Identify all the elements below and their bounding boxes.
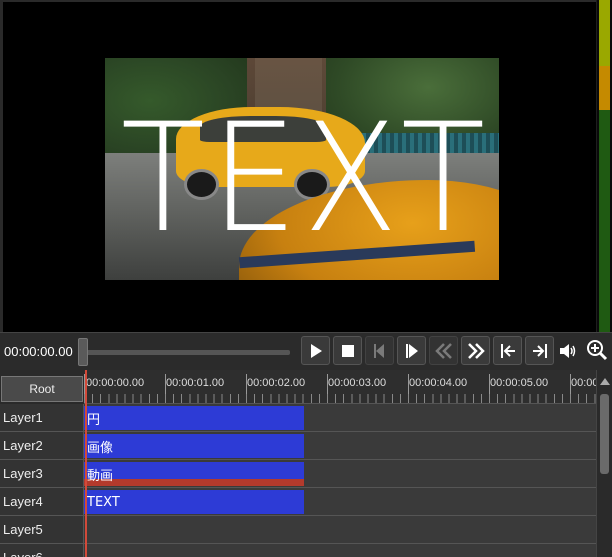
video-frame: TEXT	[105, 58, 499, 280]
layer-label-3[interactable]: Layer3	[0, 460, 84, 488]
rewind-button[interactable]	[429, 336, 458, 365]
go-to-start-button[interactable]	[493, 336, 522, 365]
stop-button[interactable]	[333, 336, 362, 365]
clip-video-label: 動画	[87, 468, 114, 484]
ruler-label: 00:00:03.00	[328, 377, 387, 389]
stop-icon	[341, 344, 354, 357]
level-meter-normal	[599, 110, 610, 332]
seek-handle[interactable]	[78, 338, 88, 366]
scrollbar-thumb[interactable]	[600, 394, 609, 474]
playhead[interactable]	[85, 370, 87, 557]
transport-bar: 00:00:00.00	[0, 332, 612, 370]
play-button[interactable]	[301, 336, 330, 365]
layer-track-3[interactable]: 動画	[84, 460, 596, 488]
next-frame-icon	[405, 343, 418, 358]
next-frame-button[interactable]	[397, 336, 426, 365]
clip-circle[interactable]: 円	[84, 406, 304, 430]
clip-video[interactable]: 動画	[84, 462, 304, 486]
layer-track-2[interactable]: 画像	[84, 432, 596, 460]
scroll-up-arrow-icon[interactable]	[600, 378, 610, 385]
layer-label-1[interactable]: Layer1	[0, 404, 84, 432]
audio-level-meter	[597, 0, 612, 332]
prev-frame-icon	[373, 343, 384, 358]
go-to-start-icon	[500, 343, 515, 358]
timecode-display: 00:00:00.00	[4, 344, 73, 359]
rewind-icon	[434, 342, 452, 359]
clip-image[interactable]: 画像	[84, 434, 304, 458]
layer-track-6[interactable]	[84, 544, 596, 557]
timeline-scrollbar[interactable]	[596, 370, 612, 557]
volume-icon[interactable]	[558, 341, 578, 365]
ruler-label: 00:00	[571, 377, 596, 389]
time-ruler[interactable]: 00:00:00.00 00:00:01.00 00:00:02.00 00:0…	[84, 370, 596, 404]
layer-label-4[interactable]: Layer4	[0, 488, 84, 516]
layer-track-1[interactable]: 円	[84, 404, 596, 432]
timeline-panel: Root 00:00:00.00 00:00:01.00 00:00:02.00…	[0, 370, 612, 557]
overlay-text: TEXT	[120, 92, 491, 266]
ruler-label: 00:00:04.00	[409, 377, 468, 389]
go-to-end-icon	[532, 343, 547, 358]
ruler-minor-ticks	[84, 394, 596, 403]
clip-text[interactable]: TEXT	[84, 490, 304, 514]
zoom-in-icon[interactable]	[586, 339, 608, 365]
seek-bar[interactable]	[80, 350, 290, 355]
fast-forward-button[interactable]	[461, 336, 490, 365]
prev-frame-button[interactable]	[365, 336, 394, 365]
fast-forward-icon	[467, 342, 485, 359]
preview-panel: TEXT	[0, 0, 596, 332]
play-icon	[310, 343, 322, 358]
root-button[interactable]: Root	[1, 376, 83, 402]
ruler-label: 00:00:01.00	[166, 377, 225, 389]
ruler-label: 00:00:00.00	[86, 377, 145, 389]
layer-track-5[interactable]	[84, 516, 596, 544]
ruler-label: 00:00:05.00	[490, 377, 549, 389]
ruler-label: 00:00:02.00	[247, 377, 306, 389]
layer-label-2[interactable]: Layer2	[0, 432, 84, 460]
layer-track-4[interactable]: TEXT	[84, 488, 596, 516]
level-meter-high	[599, 66, 610, 110]
go-to-end-button[interactable]	[525, 336, 554, 365]
level-meter-peak	[599, 0, 610, 66]
clip-audio-bar	[84, 479, 304, 486]
layer-label-5[interactable]: Layer5	[0, 516, 84, 544]
layer-label-6[interactable]: Layer6	[0, 544, 84, 557]
